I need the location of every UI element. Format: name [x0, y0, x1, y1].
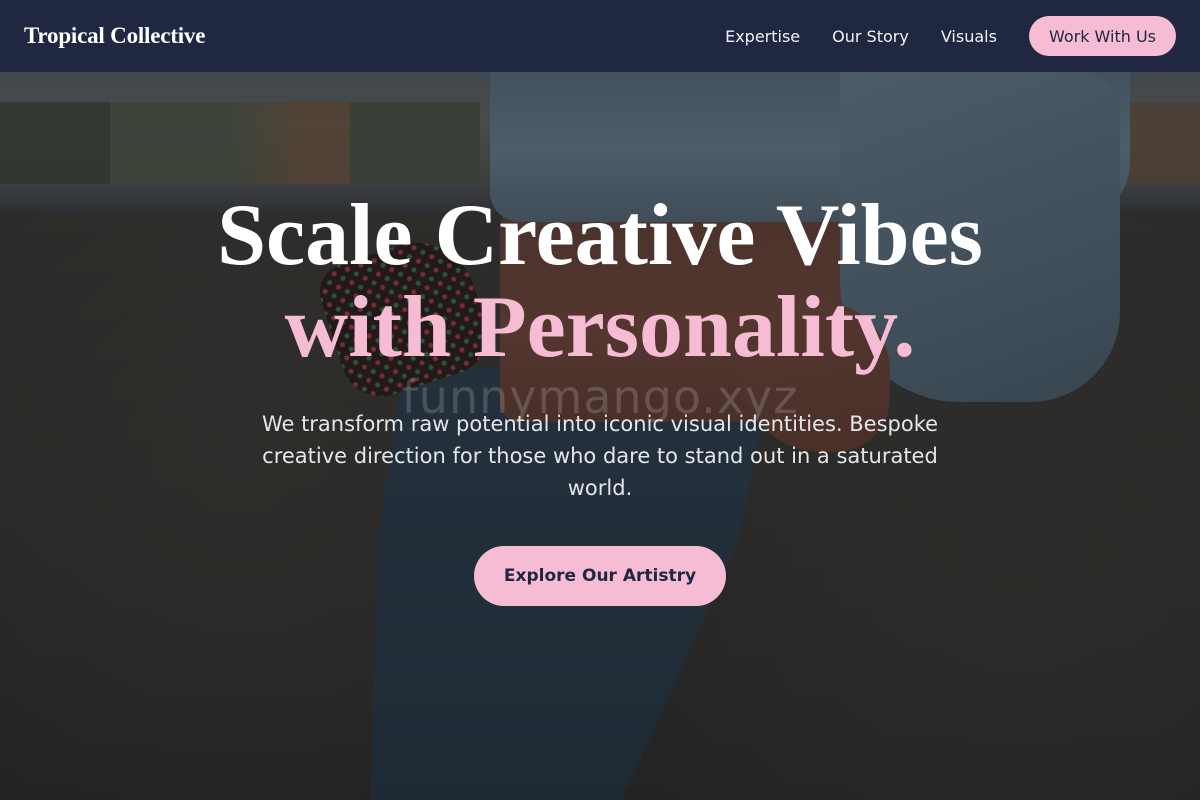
hero-headline-line1: Scale Creative Vibes	[217, 187, 983, 284]
hero-headline-line2: with Personality.	[284, 279, 916, 376]
hero-subtext: We transform raw potential into iconic v…	[261, 412, 939, 500]
explore-our-artistry-button[interactable]: Explore Our Artistry	[474, 546, 726, 606]
hero-content: Scale Creative Vibes with Personality. f…	[0, 72, 1200, 800]
nav-link-visuals[interactable]: Visuals	[941, 27, 997, 46]
nav-links: Expertise Our Story Visuals Work With Us	[725, 16, 1176, 56]
hero-headline: Scale Creative Vibes with Personality.	[0, 190, 1200, 374]
hero-section: Scale Creative Vibes with Personality. f…	[0, 72, 1200, 800]
work-with-us-button[interactable]: Work With Us	[1028, 16, 1176, 56]
brand-logo[interactable]: Tropical Collective	[24, 23, 205, 49]
nav-link-expertise[interactable]: Expertise	[725, 27, 800, 46]
navbar: Tropical Collective Expertise Our Story …	[0, 0, 1200, 72]
nav-link-our-story[interactable]: Our Story	[832, 27, 909, 46]
